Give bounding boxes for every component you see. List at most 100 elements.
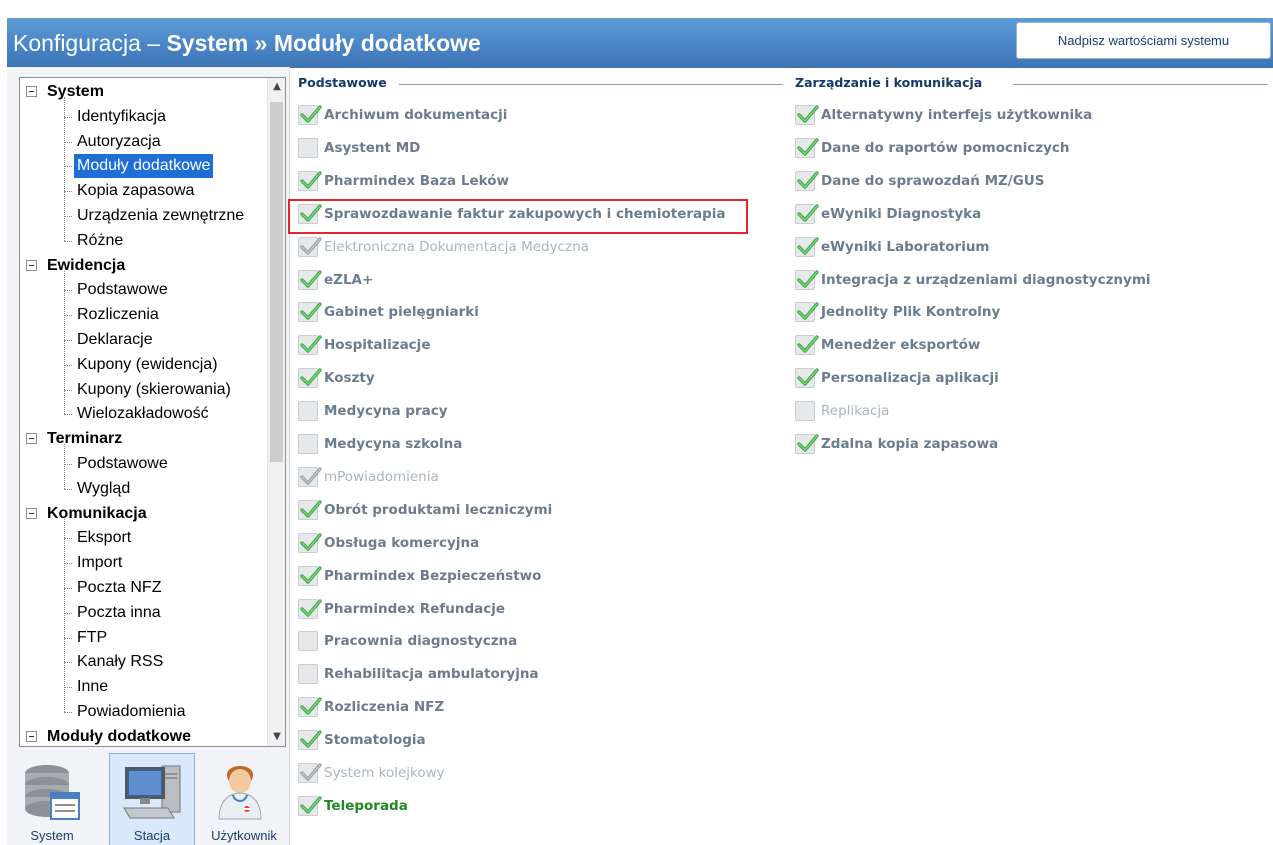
tree-item[interactable]: Kupony (ewidencja) <box>20 353 268 377</box>
checkmark-icon <box>797 335 819 353</box>
checkbox-box[interactable] <box>298 631 318 652</box>
checkbox-box[interactable] <box>298 105 322 125</box>
tree-item[interactable]: Kanały RSS <box>20 650 268 674</box>
collapse-icon[interactable] <box>26 433 37 445</box>
nav-label-system: System <box>30 828 74 843</box>
tree-connector <box>64 340 72 341</box>
checkmark-icon <box>797 236 819 255</box>
checkbox-box[interactable] <box>298 532 322 553</box>
tree-connector <box>64 389 72 391</box>
title-prefix: Konfiguracja – <box>13 30 167 56</box>
collapse-icon[interactable] <box>26 259 37 271</box>
checkbox-box[interactable] <box>298 697 322 718</box>
tree-item[interactable]: Kupony (skierowania) <box>20 378 268 402</box>
nav-tab-system[interactable]: System <box>9 753 95 845</box>
tree-item[interactable]: Różne <box>20 229 268 253</box>
checkbox-label: Stomatologia <box>324 732 426 749</box>
checkbox-box[interactable] <box>795 236 819 257</box>
tree-item-label: Kanały RSS <box>77 653 164 671</box>
tree-group[interactable]: Komunikacja <box>20 502 268 526</box>
checkbox-box[interactable] <box>298 170 322 191</box>
tree-group[interactable]: Ewidencja <box>20 254 268 278</box>
tree-item[interactable]: Deklaracje <box>20 328 268 352</box>
checkbox-box[interactable] <box>298 368 322 389</box>
tree-scrollbar[interactable]: ▲ ▼ <box>267 78 285 746</box>
tree-item[interactable]: Import <box>20 551 268 575</box>
checkbox-label: Sprawozdawanie faktur zakupowych i chemi… <box>324 205 726 222</box>
checkbox-box[interactable] <box>298 763 322 783</box>
tree-group[interactable]: Moduły dodatkowe <box>20 725 268 746</box>
tree-item[interactable]: FTP <box>20 626 268 650</box>
checkbox-label: Hospitalizacje <box>324 337 431 354</box>
scroll-up-arrow-icon[interactable]: ▲ <box>268 78 285 96</box>
checkbox-box[interactable] <box>298 598 322 619</box>
tree-item-label: Moduły dodatkowe <box>47 727 191 745</box>
tree-item[interactable]: Wielozakładowość <box>20 402 268 426</box>
scroll-down-arrow-icon[interactable]: ▼ <box>268 728 285 746</box>
checkbox-label: Pharmindex Bezpieczeństwo <box>324 567 542 584</box>
collapse-icon[interactable] <box>26 730 37 742</box>
tree-item[interactable]: Rozliczenia <box>20 303 268 327</box>
tree-item[interactable]: Poczta NFZ <box>20 576 268 600</box>
checkbox-box[interactable] <box>795 401 815 422</box>
tree-connector <box>64 687 72 689</box>
checkbox-box[interactable] <box>298 302 322 323</box>
tree-item[interactable]: Eksport <box>20 526 268 550</box>
checkbox-box[interactable] <box>795 335 819 356</box>
checkbox-box[interactable] <box>298 466 322 487</box>
tree-connector <box>64 166 72 168</box>
tree-group[interactable]: Terminarz <box>20 427 268 451</box>
checkbox-box[interactable] <box>298 203 322 224</box>
tree-item-label: Kupony (ewidencja) <box>77 355 218 373</box>
tree-item[interactable]: Poczta inna <box>20 601 268 625</box>
tree-group[interactable]: System <box>20 80 268 104</box>
checkbox-box[interactable] <box>795 105 819 125</box>
override-with-system-values-button[interactable]: Nadpisz wartościami systemu <box>1016 22 1271 59</box>
checkbox-box[interactable] <box>298 499 322 520</box>
collapse-icon[interactable] <box>26 507 37 519</box>
tree-item[interactable]: Inne <box>20 675 268 699</box>
tree-item[interactable]: Kopia zapasowa <box>20 179 268 203</box>
checkmark-icon <box>300 500 322 518</box>
checkbox-label: System kolejkowy <box>324 765 445 781</box>
scroll-thumb[interactable] <box>270 102 283 462</box>
checkbox-box[interactable] <box>795 137 819 158</box>
checkbox-box[interactable] <box>298 565 322 586</box>
checkbox-box[interactable] <box>298 335 322 356</box>
checkbox-box[interactable] <box>795 434 819 454</box>
checkbox-box[interactable] <box>298 137 318 158</box>
tree-item[interactable]: Podstawowe <box>20 278 268 302</box>
checkbox-label: Rehabilitacja ambulatoryjna <box>324 666 539 683</box>
tree-item[interactable]: Wygląd <box>20 477 268 501</box>
checkbox-box[interactable] <box>795 368 819 389</box>
tree-connector <box>64 191 72 193</box>
tree-item[interactable]: Moduły dodatkowe <box>20 154 268 179</box>
checkbox-box[interactable] <box>298 269 322 290</box>
checkbox-box[interactable] <box>795 302 819 323</box>
collapse-icon[interactable] <box>26 86 37 97</box>
checkbox-label: Alternatywny interfejs użytkownika <box>821 107 1093 123</box>
checkbox-box[interactable] <box>795 203 819 224</box>
tree-item-label: System <box>47 83 104 100</box>
tree-item[interactable]: Autoryzacja <box>20 130 268 154</box>
tree-item[interactable]: Powiadomienia <box>20 700 268 724</box>
checkbox-box[interactable] <box>795 269 819 290</box>
nav-tab-stacja[interactable]: Stacja <box>109 753 195 845</box>
checkbox-label: Replikacja <box>821 403 890 420</box>
checkbox-box[interactable] <box>298 664 318 685</box>
tree-item[interactable]: Podstawowe <box>20 452 268 476</box>
tree-item[interactable]: Identyfikacja <box>20 105 268 129</box>
tree-connector <box>64 712 72 713</box>
checkbox-label: Pracownia diagnostyczna <box>324 633 518 650</box>
nav-tab-uzytkownik[interactable]: Użytkownik <box>201 753 287 845</box>
checkbox-box[interactable] <box>298 434 318 454</box>
checkbox-box[interactable] <box>298 795 322 816</box>
checkbox-box[interactable] <box>298 236 322 257</box>
checkbox-box[interactable] <box>298 730 322 751</box>
checkmark-icon <box>300 269 322 288</box>
checkbox-box[interactable] <box>795 170 819 191</box>
checkbox-label: Pharmindex Baza Leków <box>324 172 509 189</box>
tree-item[interactable]: Urządzenia zewnętrzne <box>20 204 268 228</box>
checkmark-icon <box>300 532 322 551</box>
checkbox-box[interactable] <box>298 401 318 422</box>
